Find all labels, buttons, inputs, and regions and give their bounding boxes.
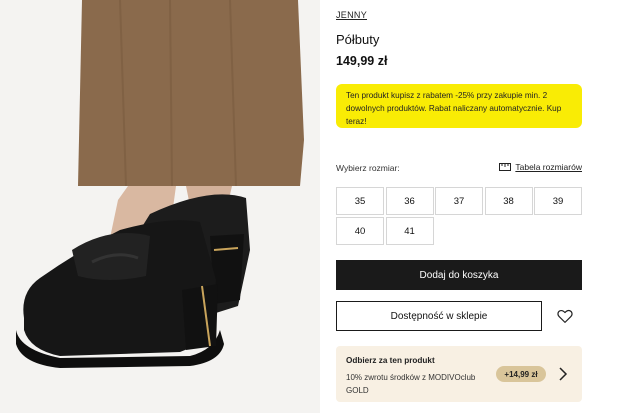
store-availability-button[interactable]: Dostępność w sklepie	[336, 301, 542, 331]
product-details: JENNY Półbuty 149,99 zł Ten produkt kupi…	[336, 0, 582, 413]
promo-banner[interactable]: Ten produkt kupisz z rabatem -25% przy z…	[336, 84, 582, 128]
size-option[interactable]: 37	[435, 187, 483, 215]
promo-text: Ten produkt kupisz z rabatem -25% przy z…	[346, 91, 562, 126]
size-table-link[interactable]: Tabela rozmiarów	[499, 162, 582, 172]
add-to-cart-button[interactable]: Dodaj do koszyka	[336, 260, 582, 290]
heart-icon[interactable]	[556, 307, 574, 325]
reward-card[interactable]: Odbierz za ten produkt 10% zwrotu środkó…	[336, 346, 582, 402]
size-option[interactable]: 36	[385, 187, 434, 215]
chevron-right-icon[interactable]	[558, 367, 568, 381]
reward-amount-badge: +14,99 zł	[496, 366, 546, 382]
add-to-cart-label: Dodaj do koszyka	[419, 269, 499, 281]
brand-link[interactable]: JENNY	[336, 10, 367, 20]
ruler-icon	[499, 163, 512, 171]
store-availability-label: Dostępność w sklepie	[390, 310, 488, 322]
size-option[interactable]: 38	[484, 187, 533, 215]
size-option[interactable]: 41	[385, 217, 434, 245]
size-select-label: Wybierz rozmiar:	[336, 163, 400, 173]
product-title: Półbuty	[336, 32, 380, 47]
product-image	[0, 0, 320, 413]
product-price: 149,99 zł	[336, 54, 388, 68]
size-option[interactable]: 39	[534, 187, 582, 215]
product-photo[interactable]	[0, 0, 320, 413]
reward-title: Odbierz za ten produkt	[346, 356, 435, 365]
size-option[interactable]: 35	[336, 187, 384, 215]
size-option[interactable]: 40	[336, 217, 384, 245]
size-table-label: Tabela rozmiarów	[515, 162, 582, 172]
reward-description: 10% zwrotu środków z MODIVOclub GOLD	[346, 373, 476, 395]
